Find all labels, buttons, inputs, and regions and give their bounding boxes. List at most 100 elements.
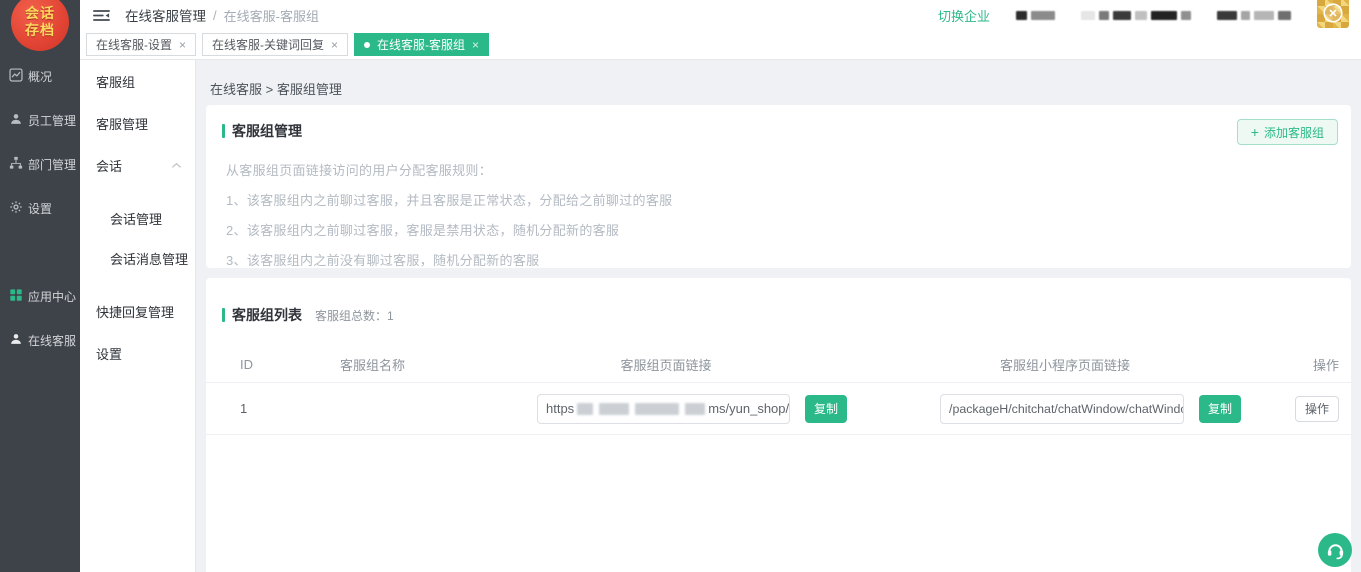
- logo-text-line1: 会话: [25, 5, 55, 22]
- redacted-text: [1016, 11, 1055, 20]
- sidebar-item-online-service[interactable]: 在线客服: [0, 318, 80, 362]
- sidebar-item-label: 员工管理: [28, 112, 76, 129]
- service-group-table: ID 客服组名称 客服组页面链接 客服组小程序页面链接 操作 1 https: [206, 347, 1351, 435]
- sidebar-item-settings[interactable]: 设置: [0, 186, 80, 230]
- group-total-value: 1: [387, 309, 394, 323]
- redacted-url-part: [685, 403, 705, 415]
- submenu-item-service-group[interactable]: 客服组: [80, 60, 195, 102]
- title-accent-bar: [222, 124, 225, 138]
- copy-page-link-button[interactable]: 复制: [805, 395, 847, 423]
- help-fab-button[interactable]: [1318, 533, 1352, 567]
- mini-link-input[interactable]: /packageH/chitchat/chatWindow/chatWindow…: [940, 394, 1184, 424]
- menu-fold-icon[interactable]: [93, 9, 110, 22]
- tab-online-service-settings[interactable]: 在线客服-设置 ×: [86, 33, 196, 56]
- sidebar-item-overview[interactable]: 概况: [0, 54, 80, 98]
- rule-line: 3、该客服组内之前没有聊过客服，随机分配新的客服: [226, 250, 1351, 269]
- sidebar-item-label: 设置: [28, 200, 52, 217]
- submenu-item-session[interactable]: 会话: [80, 144, 195, 186]
- submenu-label: 客服管理: [96, 114, 148, 133]
- top-header: 在线客服管理 / 在线客服-客服组 切换企业: [80, 0, 1361, 30]
- submenu-item-session-mgmt[interactable]: 会话管理: [80, 198, 195, 238]
- group-mgmt-card: 客服组管理 + 添加客服组 从客服组页面链接访问的用户分配客服规则： 1、该客服…: [206, 105, 1351, 268]
- link-suffix: ms/yun_shop/?m: [708, 401, 790, 416]
- sidebar-item-label: 部门管理: [28, 156, 76, 173]
- user-avatar[interactable]: [1317, 0, 1349, 28]
- close-icon[interactable]: ×: [331, 39, 338, 51]
- rule-line: 2、该客服组内之前聊过客服，客服是禁用状态，随机分配新的客服: [226, 220, 1351, 239]
- overview-icon: [9, 68, 23, 85]
- sidebar-item-staff[interactable]: 员工管理: [0, 98, 80, 142]
- session-submenu: 会话管理 会话消息管理: [80, 186, 195, 290]
- submenu-label: 客服组: [96, 72, 135, 91]
- redacted-text: [1217, 11, 1291, 20]
- group-mgmt-header: 客服组管理: [206, 105, 1351, 141]
- submenu-label: 快捷回复管理: [96, 302, 174, 321]
- app-window: 概况 员工管理 部门管理 设置 应用中心 在线客服 会话 存档: [0, 0, 1361, 572]
- breadcrumb-current: 在线客服-客服组: [224, 6, 319, 25]
- sidebar-item-label: 在线客服: [28, 332, 76, 349]
- card-title: 客服组列表: [232, 305, 302, 325]
- active-dot-icon: [364, 42, 370, 48]
- tab-label: 在线客服-客服组: [377, 36, 465, 53]
- table-row: 1 https ms/yun_shop/?m 复制: [206, 383, 1351, 435]
- sidebar-item-label: 概况: [28, 68, 52, 85]
- page-link-input[interactable]: https ms/yun_shop/?m: [537, 394, 790, 424]
- column-header-name: 客服组名称: [340, 355, 537, 374]
- breadcrumb-root[interactable]: 在线客服管理: [125, 5, 206, 25]
- add-service-group-button[interactable]: + 添加客服组: [1237, 119, 1338, 145]
- rule-line: 从客服组页面链接访问的用户分配客服规则：: [226, 160, 1351, 179]
- close-icon[interactable]: ×: [179, 39, 186, 51]
- tab-label: 在线客服-关键词回复: [212, 36, 324, 53]
- mini-link-text: /packageH/chitchat/chatWindow/chatWindow…: [949, 402, 1184, 416]
- rule-line: 1、该客服组内之前聊过客服，并且客服是正常状态，分配给之前聊过的客服: [226, 190, 1351, 209]
- column-header-id: ID: [206, 357, 340, 372]
- column-header-mini-link: 客服组小程序页面链接: [867, 355, 1241, 374]
- copy-mini-link-button[interactable]: 复制: [1199, 395, 1241, 423]
- department-icon: [9, 156, 23, 173]
- tab-service-group[interactable]: 在线客服-客服组 ×: [354, 33, 489, 56]
- primary-sidebar: 概况 员工管理 部门管理 设置 应用中心 在线客服: [0, 0, 80, 572]
- close-circle-icon: [1322, 2, 1344, 24]
- row-action-button[interactable]: 操作: [1295, 396, 1339, 422]
- redacted-url-part: [599, 403, 629, 415]
- submenu-item-service-mgmt[interactable]: 客服管理: [80, 102, 195, 144]
- online-service-icon: [9, 332, 23, 349]
- redacted-url-part: [577, 403, 593, 415]
- chevron-up-icon: [171, 162, 182, 169]
- link-prefix: https: [546, 401, 574, 416]
- breadcrumb-separator: /: [213, 8, 217, 23]
- redacted-url-part: [635, 403, 679, 415]
- cell-mini-link: /packageH/chitchat/chatWindow/chatWindow…: [867, 394, 1241, 424]
- submenu-label: 会话消息管理: [110, 249, 188, 268]
- plus-icon: +: [1251, 125, 1259, 139]
- card-title: 客服组管理: [232, 121, 302, 141]
- sidebar-item-label: 应用中心: [28, 288, 76, 305]
- headset-icon: [1325, 540, 1346, 561]
- submenu-item-settings[interactable]: 设置: [80, 332, 195, 374]
- main-content: 在线客服 > 客服组管理 客服组管理 + 添加客服组 从客服组页面链接访问的用户…: [196, 60, 1361, 572]
- tab-label: 在线客服-设置: [96, 36, 172, 53]
- tab-keyword-reply[interactable]: 在线客服-关键词回复 ×: [202, 33, 348, 56]
- redacted-text: [1081, 11, 1191, 20]
- sidebar-item-app-center[interactable]: 应用中心: [0, 274, 80, 318]
- sidebar-item-department[interactable]: 部门管理: [0, 142, 80, 186]
- title-accent-bar: [222, 308, 225, 322]
- submenu-item-session-message-mgmt[interactable]: 会话消息管理: [80, 238, 195, 278]
- gear-icon: [9, 200, 23, 217]
- table-header-row: ID 客服组名称 客服组页面链接 客服组小程序页面链接 操作: [206, 347, 1351, 383]
- submenu-item-quick-reply[interactable]: 快捷回复管理: [80, 290, 195, 332]
- switch-company-link[interactable]: 切换企业: [938, 6, 990, 25]
- submenu-label: 会话管理: [110, 209, 162, 228]
- submenu-label: 会话: [96, 156, 122, 175]
- column-header-action: 操作: [1241, 355, 1351, 374]
- secondary-sidebar: 客服组 客服管理 会话 会话管理 会话消息管理 快捷回复管理 设置: [80, 60, 196, 572]
- close-icon[interactable]: ×: [472, 39, 479, 51]
- group-total-label: 客服组总数：: [315, 309, 387, 323]
- submenu-label: 设置: [96, 344, 122, 363]
- column-header-page-link: 客服组页面链接: [537, 355, 867, 374]
- add-button-label: 添加客服组: [1264, 124, 1324, 141]
- cell-id: 1: [206, 401, 340, 416]
- assignment-rules: 从客服组页面链接访问的用户分配客服规则： 1、该客服组内之前聊过客服，并且客服是…: [206, 160, 1351, 269]
- apps-icon: [9, 288, 23, 305]
- cell-action: 操作: [1241, 396, 1351, 422]
